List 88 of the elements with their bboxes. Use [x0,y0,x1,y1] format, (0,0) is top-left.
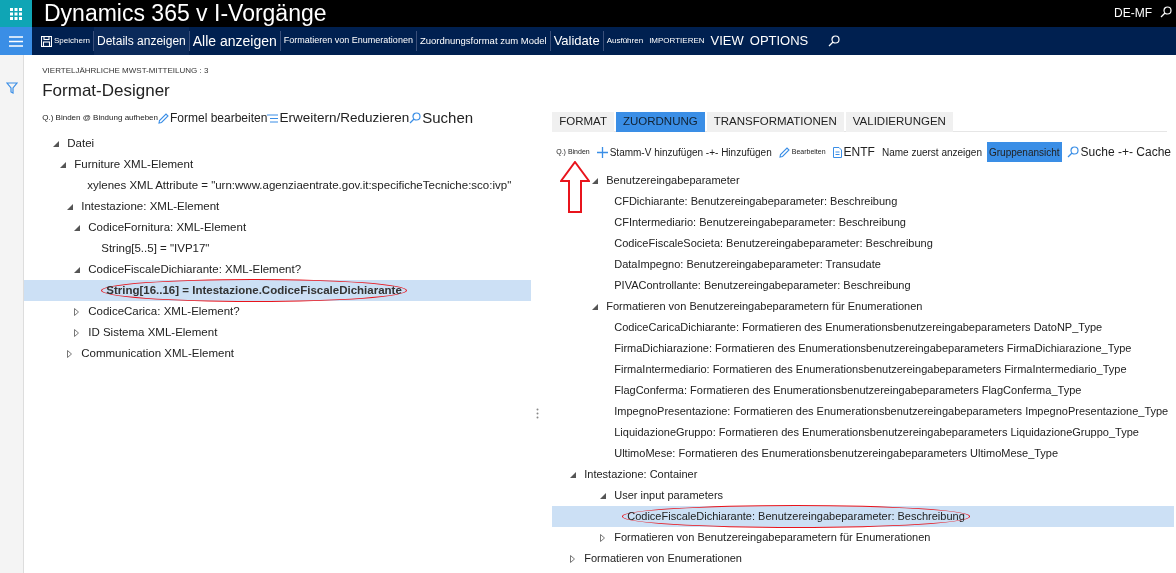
document-icon [832,146,842,158]
search-icon [409,112,422,124]
expanded-caret-icon[interactable] [74,266,81,273]
tree-item-label: CodiceFornitura: XML-Element [88,219,247,235]
collapsed-caret-icon[interactable] [74,328,80,337]
toolbar-button[interactable]: ENTF [830,142,877,162]
tree-item-label: Formatieren von Benutzereingabeparametern für Enumerationen [606,299,923,315]
tree-item-label: Formatieren von Benutzereingabeparametern für Enumerationen [614,530,931,546]
expanded-caret-icon[interactable] [570,471,577,478]
toolbar-button[interactable]: Details anzeigen [94,27,189,55]
toolbar-button[interactable]: Suchen [409,106,474,130]
app-launcher-button[interactable] [0,0,32,27]
tab[interactable]: VALIDIERUNGEN [845,112,953,132]
tree-item-label: CodiceCarica: XML-Element? [88,303,240,319]
tree-item-label: User input parameters [614,488,724,504]
toolbar-button[interactable]: Erweitern/Reduzieren [267,107,410,129]
tree-item-label: Intestazione: XML-Element [81,198,220,214]
tree-item-label: PIVAControllante: Benutzereingabeparameter: Beschreibung [614,278,911,294]
tree-item-label: String[5..5] = "IVP17" [101,240,210,256]
lines-icon [267,113,279,123]
tree-item-label: Benutzereingabeparameter [606,173,740,189]
page-title: Format-Designer [42,80,170,102]
save-icon [41,35,52,47]
toolbar-button[interactable]: OPTIONS [746,27,812,55]
tree-item-label: Furniture XML-Element [74,156,194,172]
tree-item-label: FlagConferma: Formatieren des Enumerationsbenutzereingabeparameters FlagConferma_Type [614,383,1082,399]
filter-icon[interactable] [5,82,18,94]
plus-icon [596,146,608,158]
toolbar-button[interactable]: VIEW [707,27,747,55]
tab[interactable]: TRANSFORMATIONEN [706,112,844,132]
tree-item-label: LiquidazioneGruppo: Formatieren des Enumerationsbenutzereingabeparameters LiquidazioneGruppo_Type [614,425,1139,441]
expanded-caret-icon[interactable] [74,224,81,231]
toolbar-button[interactable]: Gruppenansicht [987,142,1062,162]
search-icon [1066,146,1079,158]
toolbar-button[interactable]: Name zuerst anzeigen [879,142,984,162]
tree-item-label: Intestazione: Container [584,467,698,483]
toolbar-button[interactable]: Ausführen [603,27,647,55]
expanded-caret-icon[interactable] [53,140,60,147]
splitter-handle-icon[interactable] [536,408,540,419]
search-icon[interactable] [1160,6,1172,18]
pencil-icon [778,146,790,158]
toolbar-button[interactable]: Validate [550,27,603,55]
tree-row[interactable]: String[16..16] = Intestazione.CodiceFiscaleDichiarante [24,280,532,301]
grid-icon [10,7,22,20]
collapsed-caret-icon[interactable] [570,554,576,563]
menu-icon [9,35,23,47]
tree-item-label: FirmaIntermediario: Formatieren des Enumerationsbenutzereingabeparameters FirmaIntermediario_Type [614,362,1127,378]
company-label[interactable]: DE-MF [1114,0,1152,27]
arrow-annotation [560,161,591,213]
tree-item-label: CodiceFiscaleSocieta: Benutzereingabeparameter: Beschreibung [614,236,933,252]
collapsed-caret-icon[interactable] [67,349,73,358]
expanded-caret-icon[interactable] [60,161,67,168]
toolbar-button[interactable]: Alle anzeigen [189,27,280,55]
tree-item-label: CodiceFiscaleDichiarante: XML-Element? [88,261,302,277]
tree-item-label: xylenes XML Attribute = "urn:www.agenziaentrate.gov.it:specificheTecniche:sco:ivp" [87,177,512,193]
app-title: Dynamics 365 v I-Vorgänge [44,0,327,27]
tree-item-label: ImpegnoPresentazione: Formatieren des Enumerationsbenutzereingabeparameters ImpegnoPresentazione_Type [614,404,1169,420]
breadcrumb: VIERTELJÄHRLICHE MWST-MITTEILUNG : 3 [42,65,210,77]
toolbar-button[interactable]: Speichern [38,27,94,55]
tree-row[interactable]: CodiceFiscaleDichiarante: Benutzereingabeparameter: Beschreibung [552,506,1175,527]
toolbar-button[interactable]: Q.) Binden @ Bindung aufheben [42,112,158,124]
tree-item-label: Communication XML-Element [81,345,234,361]
tree-item-label: ID Sistema XML-Element [88,324,218,340]
expanded-caret-icon[interactable] [600,492,607,499]
collapsed-caret-icon[interactable] [600,533,606,542]
tab[interactable]: ZUORDNUNG [615,112,705,132]
tree-item-label: CFIntermediario: Benutzereingabeparameter: Beschreibung [614,215,906,231]
expanded-caret-icon[interactable] [592,177,599,184]
toolbar-button[interactable]: Suche -+- Cache [1064,142,1173,162]
toolbar-button[interactable]: Zuordnungsformat zum Model [416,27,550,55]
toolbar-button[interactable]: Formel bearbeiten [158,109,268,127]
tree-item-label: Formatieren von Enumerationen [584,551,742,567]
toolbar-button[interactable]: Formatieren von Enumerationen [280,27,416,55]
expanded-caret-icon[interactable] [67,203,74,210]
expanded-caret-icon[interactable] [592,303,599,310]
tree-item-label: DataImpegno: Benutzereingabeparameter: Transudate [614,257,881,273]
collapsed-caret-icon[interactable] [74,307,80,316]
tree-item-label: CFDichiarante: Benutzereingabeparameter: Beschreibung [614,194,898,210]
menu-button[interactable] [0,27,32,55]
tab[interactable]: FORMAT [552,112,614,132]
tree-item-label: UltimoMese: Formatieren des Enumerationsbenutzereingabeparameters UltimoMese_Type [614,446,1059,462]
toolbar-button[interactable]: IMPORTIEREN [646,27,708,55]
search-icon [828,35,841,47]
tree-item-label: CodiceCaricaDichiarante: Formatieren des Enumerationsbenutzereingabeparameters DatoNP_Type [614,320,1103,336]
tree-item-label: FirmaDichiarazione: Formatieren des Enumerationsbenutzereingabeparameters FirmaDichiarazione_Type [614,341,1132,357]
pencil-icon [158,112,169,124]
tree-item-label: Datei [67,135,95,151]
toolbar-button[interactable]: Stamm-V hinzufügen -+- Hinzufügen [594,142,774,162]
